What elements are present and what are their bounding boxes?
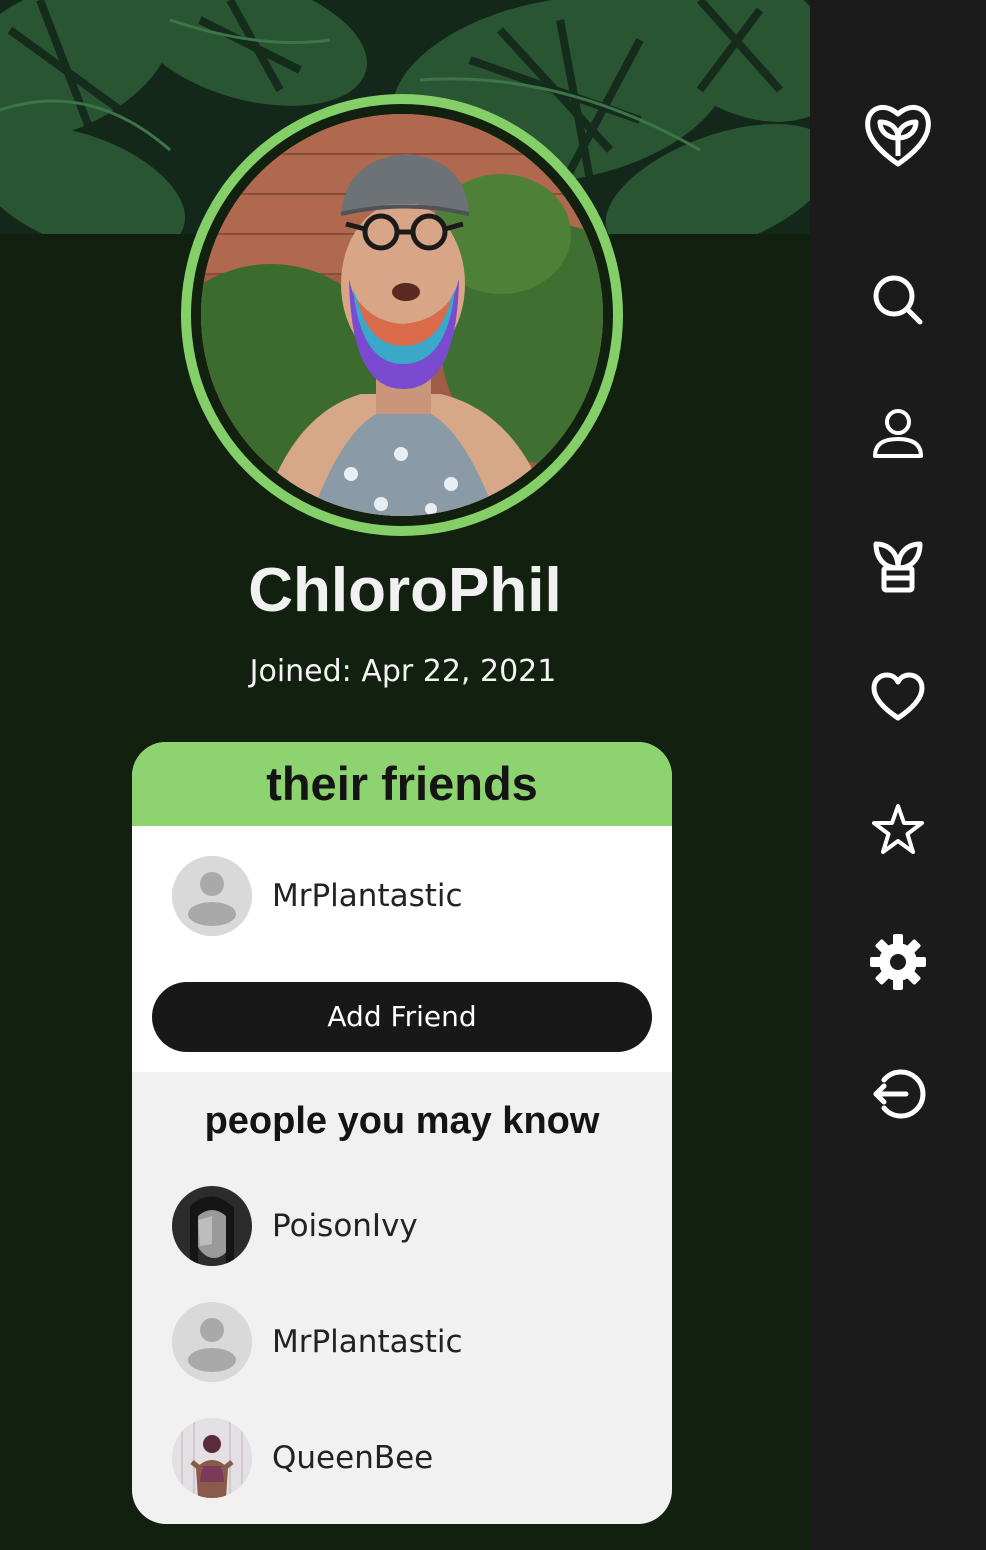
heart-leaf-logo-icon[interactable] bbox=[862, 98, 934, 170]
star-icon[interactable] bbox=[870, 802, 926, 858]
suggestion-name[interactable]: MrPlantastic bbox=[272, 1324, 463, 1360]
suggestions-title: people you may know bbox=[204, 1100, 600, 1142]
suggestion-item[interactable]: PoisonIvy bbox=[172, 1186, 418, 1266]
avatar-photo bbox=[201, 114, 603, 516]
logout-icon[interactable] bbox=[870, 1066, 926, 1122]
suggestion-item[interactable]: MrPlantastic bbox=[172, 1302, 463, 1382]
friends-card: their friends MrPlantastic Add Friend pe… bbox=[132, 742, 672, 1524]
search-icon[interactable] bbox=[870, 272, 926, 328]
suggestion-name[interactable]: QueenBee bbox=[272, 1440, 433, 1476]
suggestion-item[interactable]: QueenBee bbox=[172, 1418, 433, 1498]
user-icon[interactable] bbox=[870, 406, 926, 462]
profile-avatar bbox=[181, 94, 623, 536]
user-photo-avatar bbox=[172, 1418, 252, 1498]
default-avatar-icon bbox=[172, 856, 252, 936]
sidebar-nav bbox=[810, 0, 986, 1550]
user-photo-avatar bbox=[172, 1186, 252, 1266]
friends-card-title: their friends bbox=[132, 742, 672, 826]
add-friend-button[interactable]: Add Friend bbox=[152, 982, 652, 1052]
profile-joined-date: Joined: Apr 22, 2021 bbox=[249, 654, 557, 689]
friend-name[interactable]: MrPlantastic bbox=[272, 878, 463, 914]
profile-username: ChloroPhil bbox=[248, 556, 562, 625]
heart-icon[interactable] bbox=[870, 670, 926, 726]
friends-list: MrPlantastic Add Friend bbox=[132, 826, 672, 1072]
friend-item[interactable]: MrPlantastic bbox=[172, 856, 463, 936]
gear-icon[interactable] bbox=[870, 934, 926, 990]
plant-pot-icon[interactable] bbox=[870, 538, 926, 594]
suggestion-name[interactable]: PoisonIvy bbox=[272, 1208, 418, 1244]
default-avatar-icon bbox=[172, 1302, 252, 1382]
